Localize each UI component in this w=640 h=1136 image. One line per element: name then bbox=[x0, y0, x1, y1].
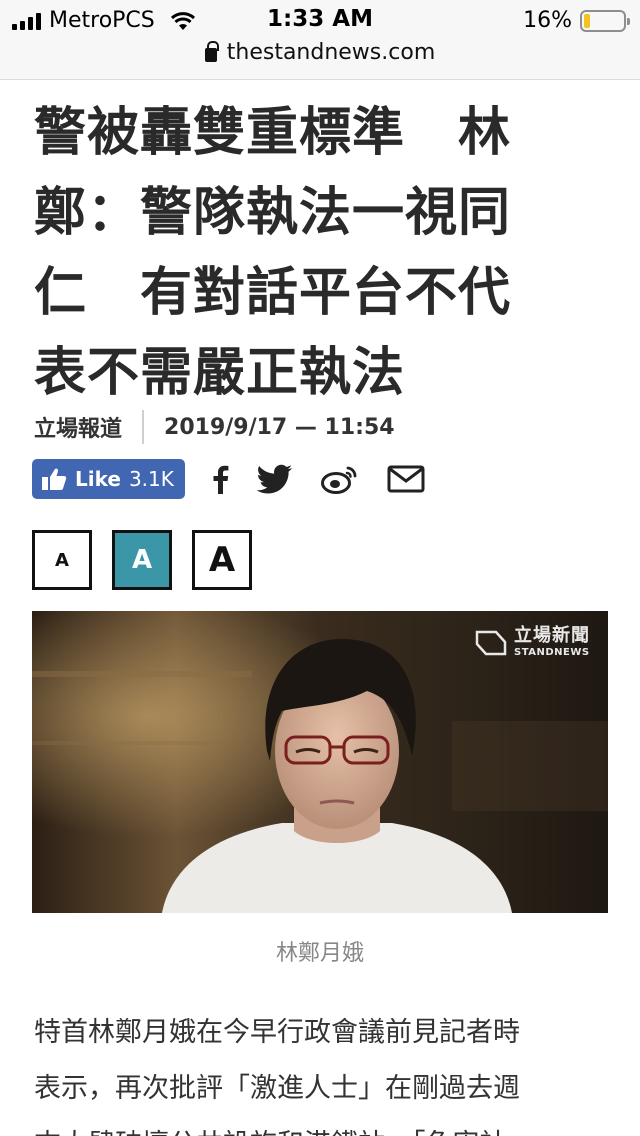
font-size-medium-button[interactable]: A bbox=[112, 530, 172, 590]
share-row: Like 3.1K bbox=[32, 459, 425, 499]
article-source[interactable]: 立場報道 bbox=[34, 411, 122, 443]
article-body: 特首林鄭月娥在今早行政會議前見記者時 表示，再次批評「激進人士」在剛過去週 末大… bbox=[34, 1005, 614, 1136]
meta-divider bbox=[142, 410, 145, 444]
weibo-icon bbox=[321, 466, 357, 494]
facebook-icon bbox=[213, 465, 229, 494]
headline-line: 仁 有對話平台不代 bbox=[34, 263, 512, 323]
body-line: 末大肆破壞公共設施和港鐵站，「危害社 bbox=[34, 1117, 614, 1136]
article-meta: 立場報道 2019/9/17 — 11:54 bbox=[34, 410, 395, 444]
headline-line: 警被轟雙重標準 林 bbox=[34, 103, 512, 163]
watermark-zh: 立場新聞 bbox=[514, 625, 590, 646]
facebook-like-button[interactable]: Like 3.1K bbox=[32, 459, 185, 499]
twitter-icon bbox=[257, 464, 292, 494]
lock-icon bbox=[204, 40, 219, 62]
email-share-button[interactable] bbox=[387, 459, 425, 499]
body-line: 表示，再次批評「激進人士」在剛過去週 bbox=[34, 1073, 520, 1104]
headline-line: 表不需嚴正執法 bbox=[34, 343, 406, 403]
article-headline: 警被轟雙重標準 林 鄭：警隊執法一視同 仁 有對話平台不代 表不需嚴正執法 bbox=[34, 93, 594, 413]
standnews-logo-icon bbox=[475, 630, 507, 655]
photo-caption: 林鄭月娥 bbox=[275, 941, 364, 966]
battery-icon bbox=[580, 9, 630, 32]
watermark-en: STANDNEWS bbox=[514, 647, 590, 658]
email-icon bbox=[387, 465, 425, 493]
body-line: 特首林鄭月娥在今早行政會議前見記者時 bbox=[34, 1017, 520, 1048]
twitter-share-button[interactable] bbox=[257, 459, 293, 499]
battery-percent: 16% bbox=[523, 8, 572, 33]
status-right: 16% bbox=[523, 8, 630, 33]
status-bar: MetroPCS 1:33 AM 16% thestandnews.com bbox=[0, 0, 640, 80]
weibo-share-button[interactable] bbox=[321, 459, 359, 499]
article-datetime: 2019/9/17 — 11:54 bbox=[164, 414, 395, 440]
article-photo[interactable]: 立場新聞 STANDNEWS bbox=[32, 611, 608, 913]
thumbs-up-icon bbox=[42, 468, 67, 490]
address-bar[interactable]: thestandnews.com bbox=[0, 40, 640, 65]
font-size-large-button[interactable]: A bbox=[192, 530, 252, 590]
like-count: 3.1K bbox=[128, 467, 174, 491]
font-size-controls: A A A bbox=[32, 530, 252, 590]
facebook-share-button[interactable] bbox=[211, 459, 229, 499]
headline-line: 鄭：警隊執法一視同 bbox=[34, 183, 512, 243]
url-text: thestandnews.com bbox=[226, 40, 436, 65]
like-label: Like bbox=[75, 467, 121, 491]
standnews-watermark: 立場新聞 STANDNEWS bbox=[474, 627, 590, 658]
font-size-small-button[interactable]: A bbox=[32, 530, 92, 590]
